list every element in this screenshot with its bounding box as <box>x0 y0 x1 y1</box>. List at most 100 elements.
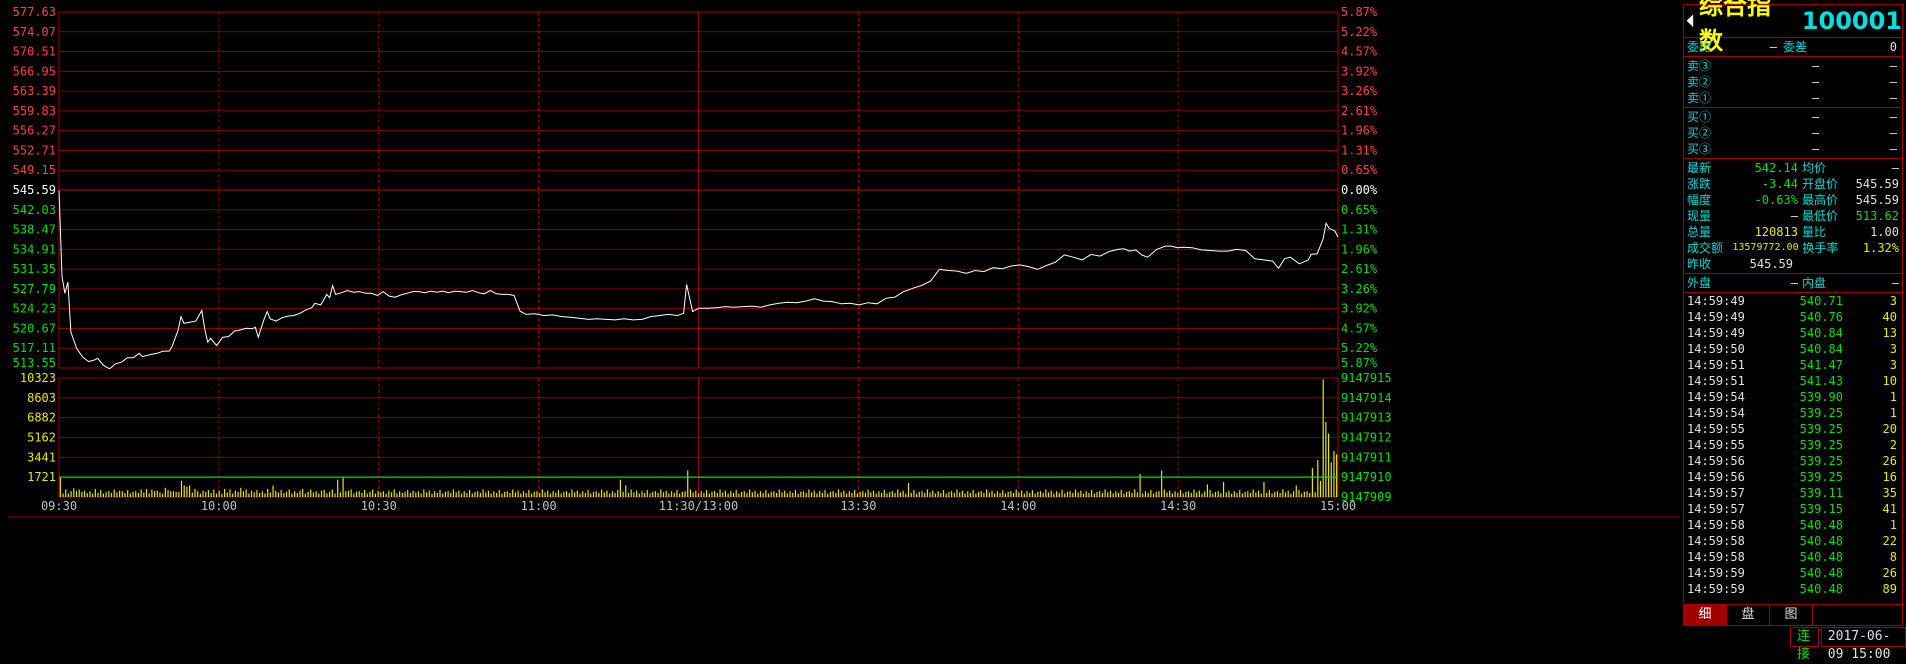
tick-row: 14:59:59 540.48 26 <box>1684 565 1902 581</box>
tick-volume: 1 <box>1889 406 1897 420</box>
pct-tick-label: 3.26% <box>1341 84 1378 98</box>
stat-label: 涨跌 <box>1687 177 1712 191</box>
sell3-vol: — <box>1889 59 1897 73</box>
price-tick-label: 542.03 <box>13 203 56 217</box>
tick-time: 14:59:51 <box>1687 374 1745 388</box>
stat-label: 现量 <box>1687 209 1712 223</box>
tick-row: 14:59:49 540.76 40 <box>1684 309 1902 325</box>
tick-time: 14:59:56 <box>1687 470 1745 484</box>
tick-volume: 26 <box>1882 454 1897 468</box>
sell3-label: 卖③ <box>1687 59 1712 73</box>
tick-volume: 1 <box>1889 518 1897 532</box>
tick-price: 539.25 <box>1799 438 1843 452</box>
intraday-chart[interactable]: 577.63 5.87% 574.07 5.22% 570.51 4.57% 566.95 3… <box>0 0 1680 649</box>
price-tick-label: 531.35 <box>13 262 56 276</box>
tick-price: 539.11 <box>1799 486 1843 500</box>
tick-row: 14:59:58 540.48 22 <box>1684 533 1902 549</box>
stat-value: 13579772.00 <box>1732 242 1799 253</box>
stat-value: 545.59 <box>1855 177 1899 191</box>
sell1-vol: — <box>1889 91 1897 105</box>
pct-tick-label: 2.61% <box>1341 262 1378 276</box>
tick-volume: 20 <box>1882 422 1897 436</box>
stat-value: 1.00 <box>1870 225 1899 239</box>
pct-tick-label: 0.65% <box>1341 203 1378 217</box>
volume-tick-label: 3441 <box>27 450 56 464</box>
stat-value: 120813 <box>1754 225 1798 239</box>
time-tick-label: 10:00 <box>201 499 237 513</box>
stat-value: -3.44 <box>1761 177 1798 191</box>
stat-value: 545.59 <box>1749 257 1793 271</box>
buy1-vol: — <box>1889 110 1897 124</box>
tab-chart[interactable]: 图 <box>1770 605 1813 625</box>
buy2-vol: — <box>1889 126 1897 140</box>
tick-volume: 3 <box>1889 342 1897 356</box>
price-tick-label: 556.27 <box>13 124 56 138</box>
tick-row: 14:59:59 540.48 89 <box>1684 581 1902 597</box>
tick-list[interactable]: 14:59:49 540.71 3 14:59:49 540.76 40 14:59:49 5… <box>1684 293 1902 597</box>
price-tick-label: 513.55 <box>13 356 56 370</box>
tab-detail[interactable]: 细 <box>1684 605 1727 625</box>
quote-stats: 最新 542.14 均价 — 涨跌 -3.44 开盘价 545.59 幅度 -0.63% 最高价… <box>1684 159 1902 274</box>
time-tick-label: 11:00 <box>521 499 557 513</box>
buy-orders: 买① — — 买② — — 买③ — — <box>1684 108 1902 159</box>
tick-time: 14:59:55 <box>1687 422 1745 436</box>
tick-time: 14:59:57 <box>1687 486 1745 500</box>
buy2-label: 买② <box>1687 126 1712 140</box>
buy2-price: — <box>1811 126 1819 140</box>
connection-status[interactable]: 连接 <box>1790 627 1819 662</box>
tick-row: 14:59:51 541.43 10 <box>1684 373 1902 389</box>
prev-arrow-icon[interactable]: ⏴ <box>1686 11 1695 32</box>
stat-label: 昨收 <box>1687 257 1712 271</box>
stat-label: 量比 <box>1801 225 1826 239</box>
tick-price: 540.48 <box>1799 566 1843 580</box>
volume-right-tick-label: 9147910 <box>1341 470 1392 484</box>
tick-volume: 22 <box>1882 534 1897 548</box>
tick-time: 14:59:59 <box>1687 582 1745 596</box>
stat-label: 开盘价 <box>1801 177 1838 191</box>
price-tick-label: 549.15 <box>13 163 56 177</box>
price-tick-label: 574.07 <box>13 25 56 39</box>
tick-price: 540.84 <box>1799 342 1843 356</box>
tick-volume: 3 <box>1889 358 1897 372</box>
stat-value: 513.62 <box>1855 209 1899 223</box>
stat-label: 最新 <box>1687 161 1712 175</box>
volume-right-tick-label: 9147909 <box>1341 490 1392 504</box>
inner-value: — <box>1891 276 1899 290</box>
volume-right-tick-label: 9147914 <box>1341 391 1392 405</box>
tick-row: 14:59:56 539.25 16 <box>1684 469 1902 485</box>
tick-price: 539.25 <box>1799 470 1843 484</box>
tab-book[interactable]: 盘 <box>1727 605 1770 625</box>
index-code: 100001 <box>1801 7 1902 35</box>
time-tick-label: 14:30 <box>1160 499 1196 513</box>
tick-row: 14:59:50 540.84 3 <box>1684 341 1902 357</box>
tick-volume: 35 <box>1882 486 1897 500</box>
stat-label: 成交额 <box>1687 241 1724 255</box>
sell2-price: — <box>1811 75 1819 89</box>
tick-time: 14:59:54 <box>1687 406 1745 420</box>
buy3-vol: — <box>1889 142 1897 156</box>
tick-row: 14:59:49 540.84 13 <box>1684 325 1902 341</box>
pct-tick-label: 5.22% <box>1341 341 1378 355</box>
pct-tick-label: 0.00% <box>1341 183 1378 197</box>
tick-volume: 1 <box>1889 390 1897 404</box>
tick-price: 540.48 <box>1799 582 1843 596</box>
stat-value: — <box>1790 209 1798 223</box>
tick-price: 540.84 <box>1799 326 1843 340</box>
tick-time: 14:59:58 <box>1687 534 1745 548</box>
tick-row: 14:59:55 539.25 2 <box>1684 437 1902 453</box>
time-tick-label: 11:30/13:00 <box>659 499 738 513</box>
time-tick-label: 10:30 <box>361 499 397 513</box>
sell-orders: 卖③ — — 卖② — — 卖① — — <box>1684 57 1902 108</box>
price-tick-label: 566.95 <box>13 64 56 78</box>
tick-row: 14:59:58 540.48 1 <box>1684 517 1902 533</box>
tick-price: 540.48 <box>1799 518 1843 532</box>
order-ratio-section: 委比 — 委差 0 <box>1684 38 1902 57</box>
tick-row: 14:59:57 539.15 41 <box>1684 501 1902 517</box>
volume-tick-label: 10323 <box>20 371 56 385</box>
time-tick-label: 13:30 <box>840 499 876 513</box>
price-tick-label: 527.79 <box>13 282 56 296</box>
ratio-label: 委比 <box>1687 40 1712 54</box>
tick-volume: 26 <box>1882 566 1897 580</box>
tick-row: 14:59:56 539.25 26 <box>1684 453 1902 469</box>
buy1-label: 买① <box>1687 110 1712 124</box>
